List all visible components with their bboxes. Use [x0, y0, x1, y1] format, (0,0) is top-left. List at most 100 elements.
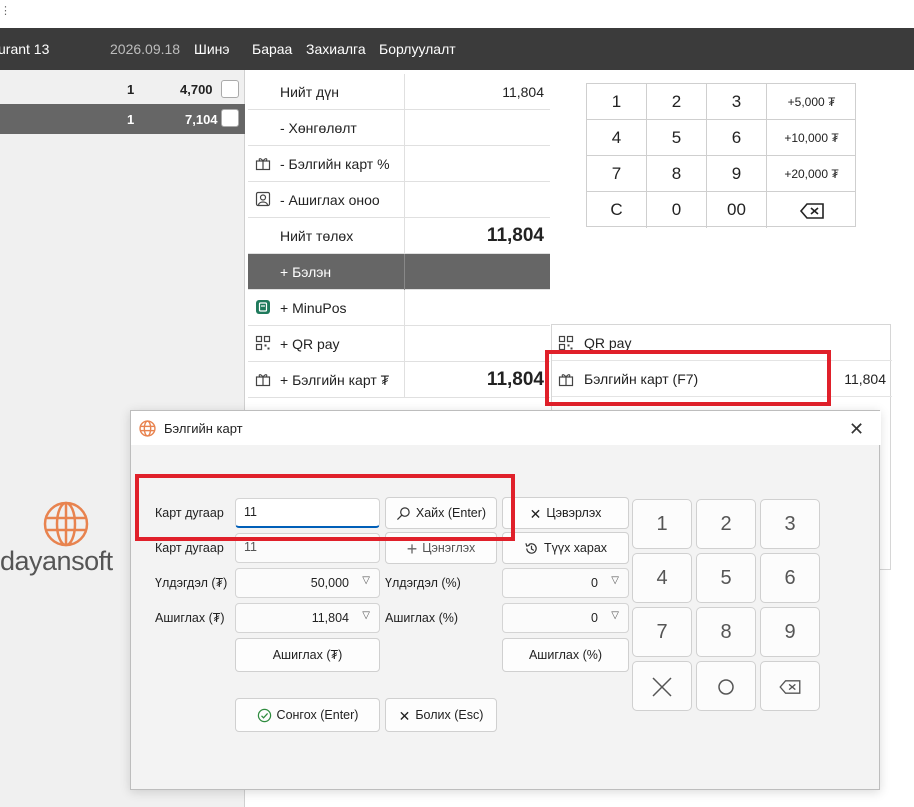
minupos-icon: [256, 300, 270, 314]
numpad-key-0[interactable]: 0: [647, 192, 707, 228]
order-amount: 4,700: [180, 82, 213, 97]
close-icon: ✕: [398, 707, 411, 724]
numpad-key-6[interactable]: 6: [707, 120, 767, 156]
user-points-icon: [255, 191, 271, 207]
numpad-key-1[interactable]: 1: [587, 84, 647, 120]
numpad-key-9[interactable]: 9: [707, 156, 767, 192]
dialog-key-backspace[interactable]: [760, 661, 820, 711]
order-row-selected[interactable]: 1 7,104: [0, 104, 245, 134]
payment-row-giftcard-pct[interactable]: - Бэлгийн карт %: [248, 146, 550, 182]
gift-card-icon: [255, 374, 271, 387]
payment-value: 11,804: [404, 74, 550, 110]
payment-value: [404, 254, 550, 290]
clear-button-label: Цэвэрлэх: [546, 506, 602, 520]
order-amount: 7,104: [185, 112, 218, 127]
use-percent-label: Ашиглах (%): [385, 611, 459, 625]
backspace-icon: [799, 203, 824, 219]
payment-row-payable: Нийт төлөх 11,804: [248, 218, 550, 254]
payment-label: - Бэлгийн карт %: [280, 156, 390, 172]
payment-row-discount[interactable]: - Хөнгөлөлт: [248, 110, 550, 146]
numpad-key-2[interactable]: 2: [647, 84, 707, 120]
numpad-key-4[interactable]: 4: [587, 120, 647, 156]
payment-row-qrpay[interactable]: + QR pay: [248, 326, 550, 362]
restaurant-name: urant 13: [0, 41, 50, 57]
numpad-key-clear[interactable]: C: [587, 192, 647, 228]
history-icon: [525, 543, 537, 554]
payment-label: + MinuPos: [280, 300, 347, 316]
numpad-key-7[interactable]: 7: [587, 156, 647, 192]
numpad-key-00[interactable]: 00: [707, 192, 767, 228]
remaining-amount-label: Үлдэгдэл (₮): [155, 576, 228, 590]
remaining-amount-combo[interactable]: 50,000 ▽: [235, 568, 380, 598]
dialog-key-cancel[interactable]: [632, 661, 692, 711]
use-amount-combo[interactable]: 11,804 ▽: [235, 603, 380, 633]
numpad-key-5[interactable]: 5: [647, 120, 707, 156]
remaining-percent-combo[interactable]: 0 ▽: [502, 568, 629, 598]
dialog-key-9[interactable]: 9: [760, 607, 820, 657]
amount-numpad: 1 2 3 +5,000 ₮ 4 5 6 +10,000 ₮ 7 8 9 +20…: [586, 83, 856, 228]
order-qty: 1: [127, 112, 135, 127]
history-button[interactable]: Түүх харах: [502, 532, 629, 564]
close-icon[interactable]: ✕: [849, 419, 864, 440]
remaining-percent-label: Үлдэгдэл (%): [385, 576, 461, 590]
use-percent-value: 0: [591, 611, 598, 625]
payment-label: - Ашиглах оноо: [280, 192, 380, 208]
quick-add-5000[interactable]: +5,000 ₮: [767, 84, 856, 120]
gift-card-dialog: Бэлгийн карт ✕ Карт дугаар 11 Хайх (Ente…: [130, 410, 881, 790]
x-icon: [652, 677, 672, 697]
payment-value: [404, 182, 550, 218]
cancel-button[interactable]: ✕ Болих (Esc): [385, 698, 497, 732]
order-qty: 1: [127, 82, 135, 97]
dialog-key-5[interactable]: 5: [696, 553, 756, 603]
payment-row-cash[interactable]: + Бэлэн: [248, 254, 550, 290]
select-button[interactable]: Сонгох (Enter): [235, 698, 380, 732]
method-label: QR pay: [584, 335, 632, 351]
chevron-down-icon: ▽: [611, 610, 619, 621]
use-percent-combo[interactable]: 0 ▽: [502, 603, 629, 633]
remaining-amount-value: 50,000: [310, 576, 349, 590]
dayansoft-logo-icon: [43, 501, 89, 547]
use-percent-button[interactable]: Ашиглах (%): [502, 638, 629, 672]
chevron-down-icon: ▽: [611, 575, 619, 586]
quick-add-20000[interactable]: +20,000 ₮: [767, 156, 856, 192]
numpad-backspace[interactable]: [767, 192, 856, 228]
gift-card-icon: [255, 158, 271, 171]
chevron-down-icon: ▽: [362, 575, 370, 586]
numpad-key-8[interactable]: 8: [647, 156, 707, 192]
top-header: urant 13 2026.09.18 Шинэ Бараа Захиалга …: [0, 28, 914, 70]
quick-add-10000[interactable]: +10,000 ₮: [767, 120, 856, 156]
payment-row-giftcard-amount[interactable]: + Бэлгийн карт ₮ 11,804: [248, 362, 550, 398]
payment-label: - Хөнгөлөлт: [280, 120, 357, 136]
order-row[interactable]: 1 4,700: [0, 74, 245, 104]
payment-value: [404, 290, 550, 326]
payment-row-minupos[interactable]: + MinuPos: [248, 290, 550, 326]
qr-icon: [558, 335, 574, 351]
method-value: 11,804: [844, 371, 886, 387]
payment-label: + QR pay: [280, 336, 340, 352]
highlight-card-search: [135, 474, 515, 541]
clear-button[interactable]: ✕ Цэвэрлэх: [502, 497, 629, 529]
use-amount-button[interactable]: Ашиглах (₮): [235, 638, 380, 672]
dialog-key-7[interactable]: 7: [632, 607, 692, 657]
numpad-key-3[interactable]: 3: [707, 84, 767, 120]
dialog-key-3[interactable]: 3: [760, 499, 820, 549]
order-checkbox[interactable]: [221, 109, 239, 127]
menu-new[interactable]: Шинэ: [194, 41, 230, 57]
dialog-key-8[interactable]: 8: [696, 607, 756, 657]
dialog-key-2[interactable]: 2: [696, 499, 756, 549]
dialog-key-1[interactable]: 1: [632, 499, 692, 549]
order-checkbox[interactable]: [221, 80, 239, 98]
payment-row-points[interactable]: - Ашиглах оноо: [248, 182, 550, 218]
menu-sales[interactable]: Борлуулалт: [379, 41, 456, 57]
dialog-key-6[interactable]: 6: [760, 553, 820, 603]
history-button-label: Түүх харах: [543, 541, 608, 555]
check-circle-icon: [257, 709, 271, 723]
brand-name: dayansoft: [0, 546, 113, 576]
dialog-key-ok[interactable]: [696, 661, 756, 711]
payment-label: + Бэлгийн карт ₮: [280, 372, 390, 388]
menu-orders[interactable]: Захиалга: [306, 41, 366, 57]
payment-label: Нийт дүн: [280, 84, 339, 100]
menu-products[interactable]: Бараа: [252, 41, 292, 57]
dialog-key-4[interactable]: 4: [632, 553, 692, 603]
qr-icon: [255, 335, 271, 351]
